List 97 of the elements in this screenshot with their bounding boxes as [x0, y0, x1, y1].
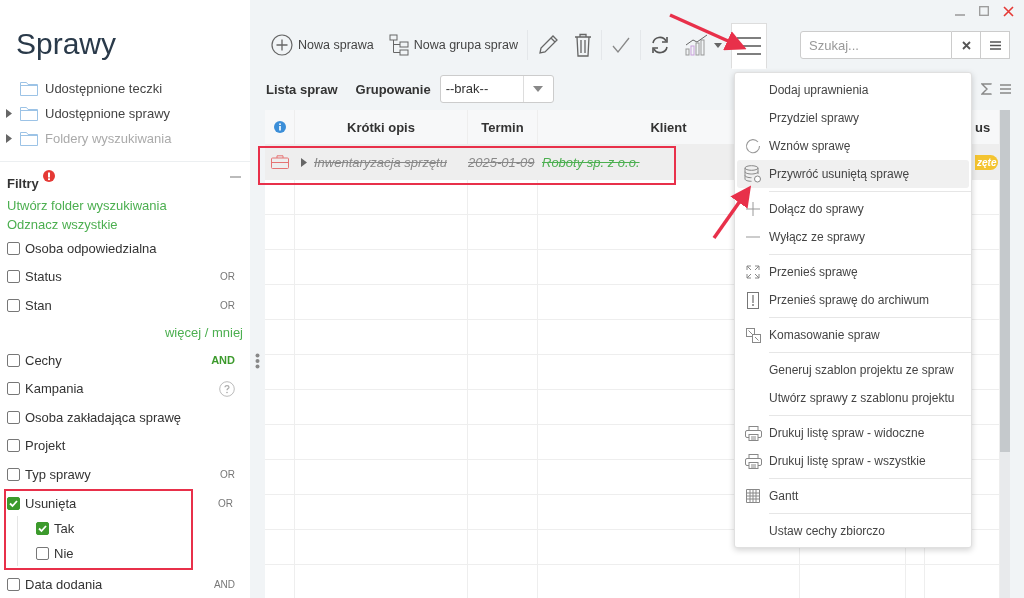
hierarchy-icon [388, 34, 409, 56]
pencil-icon [536, 34, 559, 56]
clear-button[interactable] [952, 31, 981, 59]
menu-item[interactable]: Ustaw cechy zbiorczo [737, 517, 969, 545]
operator-toggle[interactable]: OR [220, 468, 235, 480]
folder-icon [20, 131, 38, 146]
filter-label: Typ sprawy [25, 466, 92, 482]
filter-label: Osoba odpowiedzialna [25, 240, 158, 256]
filter-label: Projekt [25, 438, 67, 454]
info-icon [273, 121, 286, 133]
annotation-arrow [712, 185, 752, 239]
checkbox[interactable] [7, 410, 20, 424]
list-menu-icon[interactable] [1000, 84, 1011, 94]
menu-item[interactable]: Przenieś sprawę [737, 258, 969, 286]
minus-icon [746, 236, 760, 238]
maximize-icon[interactable] [979, 6, 989, 16]
menu-item[interactable]: Utwórz sprawy z szablonu projektu [737, 384, 969, 412]
column-header[interactable]: Krótki opis [295, 110, 468, 144]
close-icon [961, 40, 971, 50]
refresh-icon [745, 138, 761, 154]
expand-arrows-icon [746, 265, 760, 279]
menu-item[interactable]: Generuj szablon projektu ze spraw [737, 356, 969, 384]
table-cell: Inwentaryzacja sprzętu [314, 154, 447, 170]
filter-label: Status [25, 269, 63, 285]
menu-item[interactable]: Dodaj uprawnienia [737, 76, 969, 104]
list-heading: Lista spraw [266, 81, 338, 97]
folder-item[interactable]: Udostępnione sprawy [6, 101, 250, 126]
filter-label: Stan [25, 298, 53, 313]
search-field[interactable]: Szukaj... [800, 31, 952, 59]
grouping-dropdown[interactable]: --brak-- [439, 75, 554, 103]
checkbox[interactable] [36, 521, 49, 535]
filter-label: Tak [54, 520, 76, 536]
refresh-icon [649, 35, 670, 55]
filter-label: Usunięta [25, 495, 78, 511]
dropdown-caret-icon [713, 42, 722, 48]
database-icon [744, 165, 762, 183]
operator-toggle[interactable]: OR [218, 497, 233, 509]
operator-toggle[interactable]: AND [213, 578, 235, 590]
close-icon[interactable] [1003, 5, 1014, 17]
archive-icon [747, 291, 759, 309]
filter-label: Cechy [25, 352, 63, 368]
filter-label: Data dodania [25, 576, 104, 592]
column-header[interactable]: Termin [468, 110, 538, 144]
grid-icon [746, 489, 760, 503]
plus-icon [746, 202, 760, 216]
filter-label: Osoba zakładająca sprawę [25, 409, 183, 425]
checkmark-icon [610, 35, 631, 55]
menu-item[interactable]: Przywróć usuniętą sprawę [737, 160, 969, 188]
toolbar-button[interactable]: Nowa grupa spraw [382, 23, 524, 67]
checkbox[interactable] [7, 496, 20, 510]
folder-icon [20, 81, 38, 96]
checkbox[interactable] [7, 241, 20, 255]
checkbox[interactable] [7, 577, 20, 591]
menu-item[interactable]: Drukuj listę spraw - widoczne [737, 419, 969, 447]
checkbox[interactable] [36, 546, 49, 560]
printer-icon [744, 453, 762, 469]
toolbar-button[interactable]: Nowa sprawa [265, 23, 380, 67]
page-title: Sprawy [16, 26, 118, 62]
checkbox[interactable] [7, 353, 20, 367]
bar-chart-icon [684, 34, 709, 56]
folder-item[interactable]: Udostępnione teczki [6, 76, 250, 101]
grouping-label: Grupowanie [355, 81, 431, 97]
filter-label: Nie [54, 545, 75, 561]
plus-circle-icon [271, 34, 293, 56]
status-badge: zęte [975, 154, 999, 170]
operator-toggle[interactable]: OR [220, 300, 235, 311]
dropdown-caret-icon [533, 86, 544, 92]
table-cell: 2025-01-09 [468, 154, 535, 170]
expand-caret-icon[interactable] [6, 109, 12, 118]
printer-icon [744, 425, 762, 441]
menu-item[interactable]: Dołącz do sprawy [737, 195, 969, 223]
menu-item[interactable]: Gantt [737, 482, 969, 510]
operator-toggle[interactable]: OR [220, 271, 235, 283]
menu-icon [736, 37, 761, 55]
menu-item[interactable]: Komasowanie spraw [737, 321, 969, 349]
table-cell-text: Roboty sp. z o.o. [541, 154, 640, 170]
sum-icon[interactable] [981, 83, 992, 95]
checkbox[interactable] [7, 299, 20, 312]
expand-caret-icon[interactable] [301, 157, 307, 167]
checkbox[interactable] [7, 270, 20, 284]
filter-label: Kampania [25, 381, 85, 397]
merge-icon [745, 327, 761, 343]
menu-item[interactable]: Drukuj listę spraw - wszystkie [737, 447, 969, 475]
briefcase-icon [270, 155, 289, 169]
checkbox[interactable] [7, 467, 20, 481]
menu-icon [989, 40, 1001, 50]
menu-item[interactable]: Wyłącz ze sprawy [737, 223, 969, 251]
operator-toggle[interactable]: AND [211, 354, 235, 367]
folder-icon [20, 106, 38, 121]
trash-icon [573, 33, 592, 57]
checkbox[interactable] [7, 382, 20, 396]
menu-item[interactable]: Przenieś sprawę do archiwum [737, 286, 969, 314]
scrollbar-thumb[interactable] [1000, 110, 1010, 452]
checkbox[interactable] [7, 439, 20, 453]
search-menu-button[interactable] [981, 31, 1010, 59]
drag-handle-icon[interactable] [255, 353, 260, 369]
filters-heading: Filtry [7, 175, 39, 191]
